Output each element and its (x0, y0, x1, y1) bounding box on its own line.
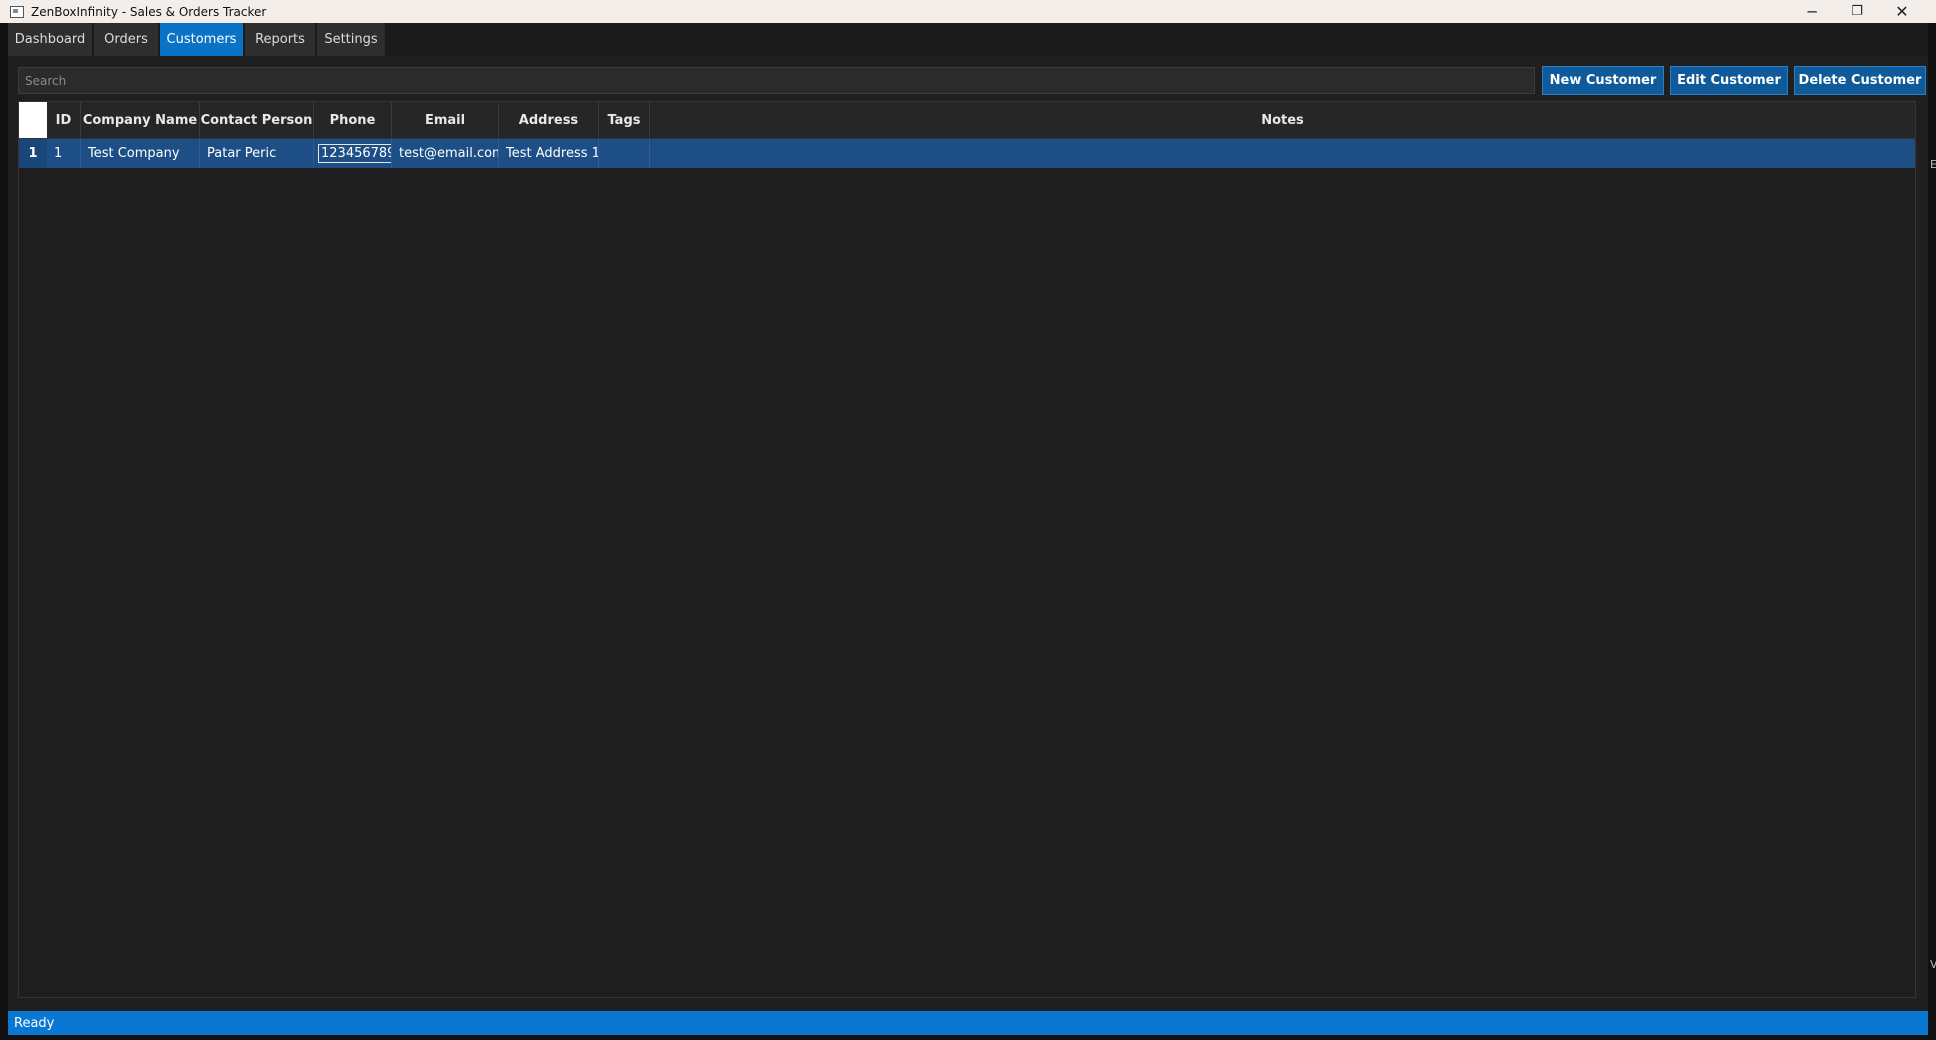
status-bar: Ready (8, 1011, 1928, 1035)
column-header-company-name[interactable]: Company Name (81, 102, 200, 138)
cell-company-name[interactable]: Test Company (81, 139, 200, 168)
table-header: ID Company Name Contact Person Phone Ema… (19, 102, 1915, 139)
cell-phone[interactable]: 123456789 (314, 139, 392, 168)
new-customer-button[interactable]: New Customer (1542, 66, 1664, 95)
app-icon (10, 5, 24, 18)
column-header-email[interactable]: Email (392, 102, 499, 138)
search-input[interactable] (18, 67, 1535, 94)
window-title: ZenBoxInfinity - Sales & Orders Tracker (31, 4, 267, 19)
delete-customer-button[interactable]: Delete Customer (1794, 66, 1926, 95)
column-header-contact-person[interactable]: Contact Person (200, 102, 314, 138)
customers-table[interactable]: ID Company Name Contact Person Phone Ema… (18, 101, 1916, 998)
title-bar: ZenBoxInfinity - Sales & Orders Tracker … (0, 0, 1936, 23)
main-window: Dashboard Orders Customers Reports Setti… (8, 23, 1928, 1035)
tab-bar: Dashboard Orders Customers Reports Setti… (8, 23, 1928, 56)
tab-settings[interactable]: Settings (317, 23, 385, 56)
cell-notes[interactable] (650, 139, 1915, 168)
select-all-corner[interactable] (19, 102, 47, 138)
cell-contact-person[interactable]: Patar Peric (200, 139, 314, 168)
minimize-icon[interactable]: ─ (1790, 0, 1834, 23)
maximize-icon[interactable]: ❐ (1835, 0, 1879, 23)
column-header-phone[interactable]: Phone (314, 102, 392, 138)
tab-reports[interactable]: Reports (245, 23, 315, 56)
cell-id[interactable]: 1 (47, 139, 81, 168)
tab-orders[interactable]: Orders (94, 23, 158, 56)
cell-address[interactable]: Test Address 1 (499, 139, 599, 168)
row-number[interactable]: 1 (19, 139, 47, 168)
column-header-notes[interactable]: Notes (650, 102, 1915, 138)
close-icon[interactable]: ✕ (1880, 0, 1924, 23)
edit-customer-button[interactable]: Edit Customer (1670, 66, 1788, 95)
cell-email[interactable]: test@email.com (392, 139, 499, 168)
column-header-id[interactable]: ID (47, 102, 81, 138)
cell-phone-value: 123456789 (318, 144, 391, 163)
column-header-address[interactable]: Address (499, 102, 599, 138)
tab-dashboard[interactable]: Dashboard (8, 23, 92, 56)
edge-glyph-top: E (1930, 158, 1936, 171)
column-header-tags[interactable]: Tags (599, 102, 650, 138)
status-text: Ready (14, 1015, 55, 1031)
cell-tags[interactable] (599, 139, 650, 168)
edge-glyph-bottom: V (1930, 958, 1936, 971)
tab-customers[interactable]: Customers (160, 23, 243, 56)
table-row[interactable]: 1 1 Test Company Patar Peric 123456789 t… (19, 139, 1915, 168)
